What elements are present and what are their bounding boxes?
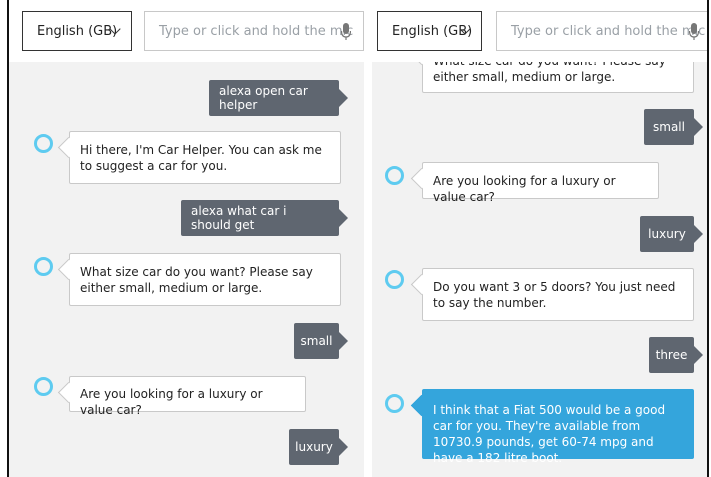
alexa-message-text: What size car do you want? Please say ei… [80,265,313,295]
alexa-ring-icon [385,394,404,413]
alexa-message-text: I think that a Fiat 500 would be a good … [433,403,666,465]
alexa-message: Are you looking for a luxury or value ca… [422,162,659,204]
right-toolbar: English (GB) Type or click and hold the … [372,0,707,62]
utterance-input-placeholder: Type or click and hold the mic [159,23,354,39]
left-simulator-panel: English (GB) Type or click and hold the … [9,0,364,477]
user-message: alexa open car helper [209,80,348,116]
user-message: small [294,323,348,359]
alexa-ring-icon [385,270,404,289]
user-message: alexa what car i should get [181,200,348,236]
left-dialog[interactable]: alexa open car helper Hi there, I'm Car … [9,62,364,477]
language-select[interactable]: English (GB) [377,11,482,51]
user-message-text: luxury [648,227,686,241]
utterance-input[interactable]: Type or click and hold the mic [144,11,364,51]
alexa-message-text: Do you want 3 or 5 doors? You just need … [433,280,676,310]
mic-icon[interactable] [689,23,699,41]
user-message: three [649,337,703,373]
alexa-message: Are you looking for a luxury or value ca… [69,376,306,417]
user-message-text: three [655,348,688,362]
user-message: small [644,109,703,145]
simulator-screenshot: English (GB) Type or click and hold the … [0,0,711,477]
alexa-ring-icon [34,257,53,276]
right-dialog[interactable]: What size car do you want? Please say ei… [372,0,707,477]
alexa-ring-icon [34,377,53,396]
alexa-ring-icon [34,134,53,153]
alexa-message: Hi there, I'm Car Helper. You can ask me… [69,131,341,184]
language-select-value: English (GB) [37,23,118,39]
frame-border-right [707,0,709,477]
language-select[interactable]: English (GB) [22,11,132,51]
user-message: luxury [289,429,348,465]
alexa-message-text: Hi there, I'm Car Helper. You can ask me… [80,143,322,173]
alexa-response-highlighted: I think that a Fiat 500 would be a good … [422,389,694,465]
alexa-message: What size car do you want? Please say ei… [69,253,341,306]
mic-icon[interactable] [341,23,351,41]
user-message-text: alexa what car i should get [191,204,287,232]
user-message-text: alexa open car helper [219,84,308,112]
user-message-text: small [653,120,685,134]
user-message-text: small [300,334,333,348]
left-toolbar: English (GB) Type or click and hold the … [9,0,364,62]
user-message: luxury [640,216,703,252]
panel-gap [364,0,372,477]
language-select-value: English (GB) [392,23,473,39]
utterance-input[interactable]: Type or click and hold the mic [496,11,707,51]
alexa-message-text: Are you looking for a luxury or value ca… [433,174,616,204]
right-simulator-panel: What size car do you want? Please say ei… [372,0,707,477]
user-message-text: luxury [295,440,333,454]
alexa-message: Do you want 3 or 5 doors? You just need … [422,268,694,321]
utterance-input-placeholder: Type or click and hold the mic [511,23,706,39]
alexa-message-text: Are you looking for a luxury or value ca… [80,387,263,417]
alexa-ring-icon [385,166,404,185]
